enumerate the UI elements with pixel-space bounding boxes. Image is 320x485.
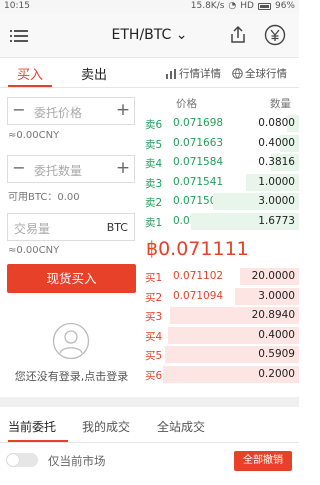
ask-row[interactable]: 卖5 0.071663 0.4000 <box>143 134 299 153</box>
share-icon[interactable] <box>228 25 248 45</box>
ask-row[interactable]: 卖4 0.071584 0.3816 <box>143 153 299 172</box>
price-cny-estimate: ≈0.00CNY <box>8 130 60 141</box>
amount-field[interactable]: 交易量 BTC <box>7 213 135 241</box>
bid-row[interactable]: 买1 0.071102 20.0000 <box>143 267 299 286</box>
ask-price: 0.071663 <box>173 136 224 149</box>
bid-price: 0.071102 <box>173 270 224 282</box>
ask-row[interactable]: 卖2 0.071504 3.0000 <box>143 192 299 211</box>
section-divider <box>0 397 299 407</box>
cancel-all-button[interactable]: 全部撤销 <box>234 451 292 471</box>
market-detail-link[interactable]: 行情详情 <box>166 66 221 81</box>
bid-row[interactable]: 买50.0709000.5909 <box>143 345 299 364</box>
tab-my-trades[interactable]: 我的成交 <box>82 418 130 435</box>
ask-qty: 0.3816 <box>258 156 295 168</box>
last-price: ฿0.071111 <box>146 238 249 260</box>
bid-qty: 20.8940 <box>251 309 295 321</box>
login-prompt[interactable]: 您还没有登录,点击登录 <box>0 368 143 384</box>
price-minus-button[interactable]: − <box>8 98 30 124</box>
bid-label: 买6 <box>145 369 163 382</box>
bid-row[interactable]: 买2 0.071094 3.0000 <box>143 287 299 306</box>
amount-input[interactable]: 交易量 <box>14 220 50 237</box>
network-type: HD <box>240 1 254 11</box>
battery-icon <box>257 2 271 10</box>
ask-price: 0.071698 <box>173 117 224 129</box>
tab-active-indicator <box>8 440 68 442</box>
tab-sell[interactable]: 卖出 <box>74 64 114 83</box>
ask-qty: 1.0000 <box>258 175 295 188</box>
battery-level: 96% <box>274 1 295 11</box>
ask-qty: 3.0000 <box>258 195 295 207</box>
ask-label: 卖6 <box>145 119 163 131</box>
ask-label: 卖4 <box>145 158 163 170</box>
ask-price: 0.071541 <box>173 175 224 188</box>
status-indicators: 15.8K/s ◔ HD 96% <box>191 1 295 11</box>
network-speed: 15.8K/s <box>190 1 225 11</box>
market-title: ETH/BTC <box>111 27 172 43</box>
globe-icon <box>232 68 243 79</box>
tab-all-trades[interactable]: 全站成交 <box>157 418 205 435</box>
bid-label: 买4 <box>145 330 163 343</box>
bid-label: 买1 <box>145 272 163 284</box>
bar-chart-icon <box>166 68 176 79</box>
bid-qty: 0.2000 <box>258 367 295 380</box>
top-navbar: ETH/BTC ⌄ <box>0 14 299 58</box>
ask-label: 卖1 <box>145 216 163 229</box>
spot-buy-button[interactable]: 现货买入 <box>7 264 136 293</box>
amount-unit: BTC <box>106 221 128 234</box>
trade-tabs: 买入 卖出 行情详情 全球行情 <box>0 58 299 88</box>
ask-row[interactable]: 卖6 0.071698 0.0800 <box>143 114 299 133</box>
chevron-down-icon: ⌄ <box>175 27 188 43</box>
bid-row[interactable]: 买30.07108920.8940 <box>143 306 299 325</box>
ask-row[interactable]: 卖3 0.071541 1.0000 <box>143 173 299 192</box>
bid-label: 买5 <box>145 350 163 362</box>
orderbook-price-header: 价格 <box>176 98 197 110</box>
status-time: 10:15 <box>4 1 30 11</box>
yen-icon[interactable] <box>264 24 286 46</box>
current-market-label: 仅当前市场 <box>48 454 106 468</box>
ask-row[interactable]: 卖10.0714941.6773 <box>143 212 299 231</box>
bid-row[interactable]: 买60.0708290.2000 <box>143 365 299 384</box>
price-input[interactable]: 委托价格 <box>34 104 82 121</box>
current-market-toggle[interactable] <box>6 453 38 467</box>
ask-price: 0.071584 <box>173 156 224 168</box>
ask-label: 卖3 <box>145 177 163 190</box>
quantity-plus-button[interactable]: + <box>112 156 134 182</box>
ask-label: 卖5 <box>145 138 163 151</box>
bid-row[interactable]: 买40.0709400.4000 <box>143 326 299 345</box>
status-bar: 10:15 15.8K/s ◔ HD 96% <box>0 0 299 14</box>
wifi-icon: ◔ <box>228 1 237 11</box>
global-market-link[interactable]: 全球行情 <box>232 66 287 81</box>
bid-label: 买3 <box>145 311 163 323</box>
quantity-minus-button[interactable]: − <box>8 156 30 182</box>
bid-price: 0.071094 <box>173 289 224 302</box>
bid-qty: 20.0000 <box>251 270 295 282</box>
ask-qty: 0.4000 <box>258 136 295 149</box>
market-selector[interactable]: ETH/BTC ⌄ <box>0 27 299 43</box>
tab-buy[interactable]: 买入 <box>10 64 50 83</box>
orders-tabs: 当前委托 我的成交 全站成交 <box>0 407 299 443</box>
ask-qty: 1.6773 <box>258 214 295 227</box>
ask-label: 卖2 <box>145 197 163 209</box>
tab-current-orders[interactable]: 当前委托 <box>8 418 56 435</box>
amount-cny-estimate: ≈0.00CNY <box>8 245 60 256</box>
price-stepper: − 委托价格 + <box>7 97 135 125</box>
ask-qty: 0.0800 <box>258 117 295 129</box>
market-detail-label: 行情详情 <box>179 68 221 80</box>
user-avatar-icon[interactable] <box>52 322 90 360</box>
orderbook-qty-header: 数量 <box>270 98 291 110</box>
bid-qty: 3.0000 <box>258 289 295 302</box>
bid-qty: 0.4000 <box>258 328 295 341</box>
global-market-label: 全球行情 <box>245 68 287 80</box>
quantity-stepper: − 委托数量 + <box>7 155 135 183</box>
bid-qty: 0.5909 <box>258 348 295 360</box>
tab-active-indicator <box>8 85 52 87</box>
price-plus-button[interactable]: + <box>112 98 134 124</box>
available-balance: 可用BTC：0.00 <box>8 192 80 203</box>
quantity-input[interactable]: 委托数量 <box>34 162 82 179</box>
bid-label: 买2 <box>145 291 163 304</box>
